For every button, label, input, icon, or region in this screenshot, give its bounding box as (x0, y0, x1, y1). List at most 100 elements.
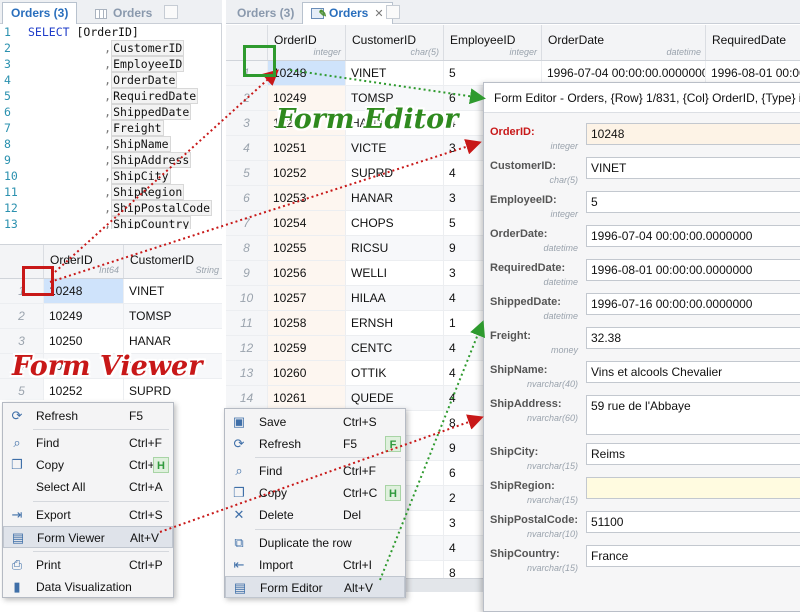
cell-customerid[interactable]: RICSU (346, 236, 444, 260)
menu-item-find[interactable]: ⌕ Find Ctrl+F (225, 460, 405, 482)
tab-label: Orders (113, 6, 153, 20)
row-number: 14 (226, 386, 268, 410)
row-number: 10 (226, 286, 268, 310)
new-tab-button[interactable] (386, 5, 400, 19)
cell-customerid[interactable]: CENTC (346, 336, 444, 360)
cell-customerid[interactable]: HANAR (124, 329, 222, 353)
tab-orders-3[interactable]: Orders (3) (2, 2, 78, 24)
menu-item-save[interactable]: ▣ Save Ctrl+S (225, 411, 405, 433)
cell-customerid[interactable]: VICTE (346, 136, 444, 160)
cell-customerid[interactable]: HANAR (346, 186, 444, 210)
menu-item-copy[interactable]: ❐ Copy Ctrl+C H (225, 482, 405, 504)
column-header-requireddate[interactable]: RequiredDate (706, 25, 800, 60)
cell-orderid[interactable]: 10261 (268, 386, 346, 410)
cell-orderid[interactable]: 10255 (268, 236, 346, 260)
cell-orderid[interactable]: 10254 (268, 211, 346, 235)
cell-customerid[interactable]: SUPRD (124, 379, 222, 400)
sql-keyword: SELECT (28, 25, 70, 39)
menu-item-find[interactable]: ⌕ Find Ctrl+F (3, 432, 173, 454)
row-number: 7 (226, 211, 268, 235)
column-header-orderid[interactable]: OrderID Int64 (44, 245, 124, 278)
menu-item-label: Find (259, 464, 283, 478)
menu-item-select-all[interactable]: Select All Ctrl+A (3, 476, 173, 498)
column-header-customerid[interactable]: CustomerID char(5) (346, 25, 444, 60)
cell-orderid[interactable]: 10256 (268, 261, 346, 285)
cell-orderid[interactable]: 10249 (44, 304, 124, 328)
cell-customerid[interactable]: CHOPS (346, 211, 444, 235)
column-header-customerid[interactable]: CustomerID String (124, 245, 222, 278)
close-icon[interactable]: ✕ (374, 8, 383, 20)
cell-customerid[interactable]: ERNSH (346, 311, 444, 335)
cell-orderid[interactable]: 10258 (268, 311, 346, 335)
menu-separator (33, 551, 169, 552)
menu-item-copy[interactable]: ❐ Copy Ctrl+C H (3, 454, 173, 476)
field-label: OrderID: (490, 126, 535, 138)
cell-orderid[interactable]: 10251 (268, 136, 346, 160)
menu-item-form-editor[interactable]: ▤ Form Editor Alt+V (225, 576, 405, 598)
cell-customerid[interactable]: QUEDE (346, 386, 444, 410)
tab-orders[interactable]: Orders (86, 2, 161, 24)
menu-item-import[interactable]: ⇤ Import Ctrl+I (225, 554, 405, 576)
cell-orderid[interactable]: 10253 (268, 186, 346, 210)
menu-separator (33, 501, 169, 502)
table-row[interactable]: 2 10249 TOMSP (0, 304, 222, 329)
field-input[interactable]: 10248 (586, 123, 800, 145)
cell-orderid[interactable]: 10248 (268, 61, 346, 85)
column-header-employeeid[interactable]: EmployeeID integer (444, 25, 542, 60)
field-type: nvarchar(15) (526, 495, 578, 505)
menu-item-refresh[interactable]: ⟳ Refresh F5 (3, 405, 173, 427)
cell-customerid[interactable]: VINET (346, 61, 444, 85)
field-input[interactable]: 59 rue de l'Abbaye (586, 395, 800, 435)
column-header-orderid[interactable]: OrderID integer (268, 25, 346, 60)
field-type: nvarchar(15) (526, 461, 578, 471)
field-input[interactable]: France (586, 545, 800, 567)
menu-item-delete[interactable]: ✕ Delete Del (225, 504, 405, 526)
field-input[interactable]: VINET (586, 157, 800, 179)
field-input[interactable]: 1996-08-01 00:00:00.0000000 (586, 259, 800, 281)
field-input[interactable]: 1996-07-16 00:00:00.0000000 (586, 293, 800, 315)
menu-item-label: Select All (36, 480, 86, 494)
duplicate-icon: ⧉ (234, 535, 244, 550)
sql-column: ShipAddress (111, 152, 192, 168)
cell-customerid[interactable]: SUPRD (346, 161, 444, 185)
cell-orderid[interactable]: 10252 (268, 161, 346, 185)
column-header-orderdate[interactable]: OrderDate datetime (542, 25, 706, 60)
tab-orders-3[interactable]: Orders (3) (228, 2, 303, 24)
menu-item-form-viewer[interactable]: ▤ Form Viewer Alt+V (3, 526, 173, 548)
menu-item-duplicate-the-row[interactable]: ⧉ Duplicate the row (225, 532, 405, 554)
cell-customerid[interactable]: VINET (124, 279, 222, 303)
menu-item-refresh[interactable]: ⟳ Refresh F5 F (225, 433, 405, 455)
menu-item-data-visualization[interactable]: ▮ Data Visualization (3, 576, 173, 598)
sql-column: OrderDate (111, 72, 178, 88)
sql-line: 6 , ShippedDate (0, 104, 221, 120)
field-type: char(5) (549, 175, 578, 185)
menu-item-print[interactable]: ⎙ Print Ctrl+P (3, 554, 173, 576)
print-icon: ⎙ (11, 557, 23, 572)
form-editor-context-menu: ▣ Save Ctrl+S ⟳ Refresh F5 F ⌕ Find Ctrl+F ❐ Copy Ct… (224, 408, 406, 598)
cell-customerid[interactable]: OTTIK (346, 361, 444, 385)
field-input[interactable]: Reims (586, 443, 800, 465)
form-field: Freight: money 32.38 (484, 325, 800, 359)
field-input[interactable]: 51100 (586, 511, 800, 533)
cell-orderid[interactable]: 10259 (268, 336, 346, 360)
cell-orderid[interactable]: 10250 (44, 329, 124, 353)
cell-orderid[interactable]: 10260 (268, 361, 346, 385)
cell-orderid[interactable]: 10248 (44, 279, 124, 303)
tab-orders[interactable]: ✎ Orders ✕ (302, 2, 393, 24)
line-number: 5 (4, 89, 11, 103)
field-input[interactable]: 5 (586, 191, 800, 213)
cell-customerid[interactable]: HILAA (346, 286, 444, 310)
menu-item-label: Delete (259, 508, 294, 522)
menu-item-export[interactable]: ⇥ Export Ctrl+S (3, 504, 173, 526)
cell-customerid[interactable]: WELLI (346, 261, 444, 285)
sql-editor[interactable]: 1 SELECT [OrderID] 2 , CustomerID 3 , Employe… (0, 24, 222, 229)
cell-orderid[interactable]: 10257 (268, 286, 346, 310)
field-input[interactable]: Vins et alcools Chevalier (586, 361, 800, 383)
table-row[interactable]: 5 10252 SUPRD (0, 379, 222, 400)
cell-orderid[interactable]: 10252 (44, 379, 124, 400)
field-input[interactable] (586, 477, 800, 499)
field-input[interactable]: 1996-07-04 00:00:00.0000000 (586, 225, 800, 247)
cell-customerid[interactable]: TOMSP (124, 304, 222, 328)
field-input[interactable]: 32.38 (586, 327, 800, 349)
new-tab-button[interactable] (164, 5, 178, 19)
